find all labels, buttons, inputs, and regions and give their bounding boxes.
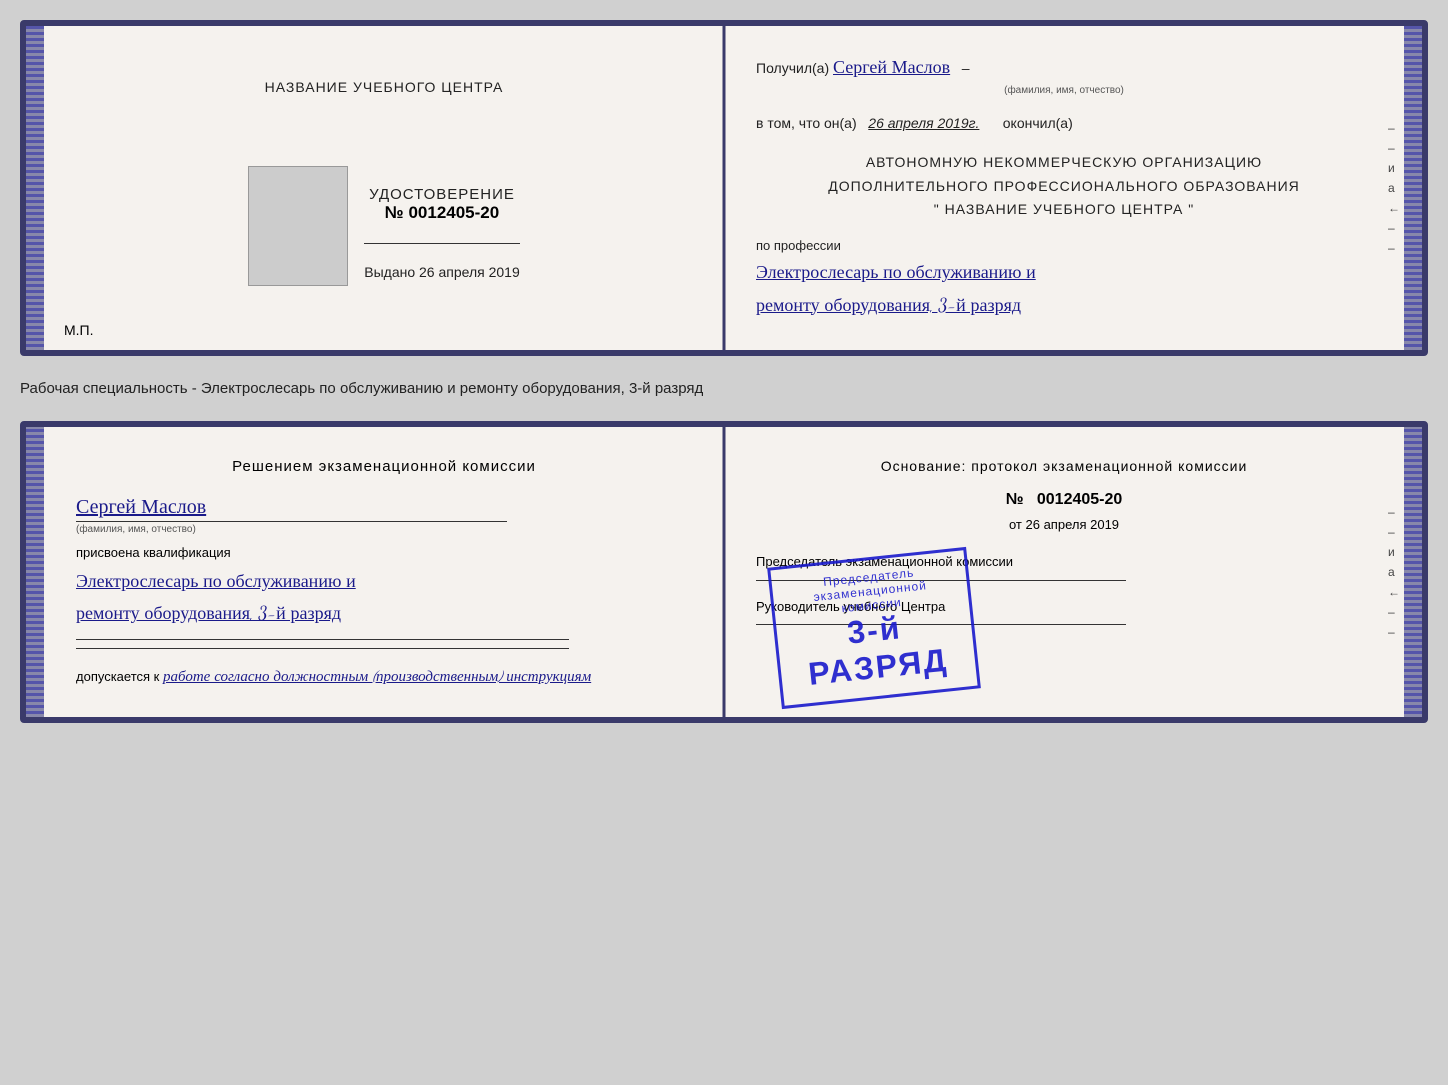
photo-placeholder	[248, 166, 348, 286]
stamp-large-text: 3-й РАЗРЯД	[794, 604, 959, 694]
profession-text-top: Электрослесарь по обслуживанию и ремонту…	[756, 257, 1372, 322]
cert-inner-top: НАЗВАНИЕ УЧЕБНОГО ЦЕНТРА УДОСТОВЕРЕНИЕ №…	[44, 26, 1404, 350]
stamp: Председатель экзаменационной комиссии 3-…	[767, 547, 981, 709]
top-certificate: НАЗВАНИЕ УЧЕБНОГО ЦЕНТРА УДОСТОВЕРЕНИЕ №…	[20, 20, 1428, 356]
osnovanie-title: Основание: протокол экзаменационной коми…	[756, 455, 1372, 477]
udostoverenie-block: УДОСТОВЕРЕНИЕ № 0012405-20	[364, 186, 520, 223]
dopuskaetsya-block: допускается к работе согласно должностны…	[76, 665, 692, 689]
left-texture-bottom	[26, 427, 44, 717]
udostoverenie-title: УДОСТОВЕРЕНИЕ	[364, 186, 520, 203]
mp-label: М.П.	[64, 322, 94, 338]
ot-date: от 26 апреля 2019	[756, 517, 1372, 532]
vtom-line: в том, что он(а) 26 апреля 2019г. окончи…	[756, 115, 1372, 131]
right-texture-top	[1404, 26, 1422, 350]
org-block: АВТОНОМНУЮ НЕКОММЕРЧЕСКУЮ ОРГАНИЗАЦИЮ ДО…	[756, 151, 1372, 222]
right-texture-bottom	[1404, 427, 1422, 717]
bottom-cert-right: Основание: протокол экзаменационной коми…	[724, 427, 1404, 717]
top-cert-left: НАЗВАНИЕ УЧЕБНОГО ЦЕНТРА УДОСТОВЕРЕНИЕ №…	[44, 26, 724, 350]
protocol-number: № 0012405-20	[756, 491, 1372, 509]
top-left-header: НАЗВАНИЕ УЧЕБНОГО ЦЕНТРА	[265, 79, 504, 95]
po-professii-label: по профессии	[756, 238, 1372, 253]
dopusk-text: работе согласно должностным (производств…	[163, 668, 591, 686]
prisvoena-label: присвоена квалификация	[76, 545, 692, 560]
recipient-name-top: Сергей Маслов	[833, 57, 950, 79]
vydano-line: Выдано 26 апреля 2019	[364, 264, 520, 280]
right-margin-bottom: – – и а ← – –	[1388, 505, 1400, 639]
separator-text: Рабочая специальность - Электрослесарь п…	[20, 374, 1428, 403]
recipient-name-bottom: Сергей Маслов	[76, 495, 206, 519]
right-margin-top: – – и а ← – –	[1388, 121, 1400, 255]
profession-text-bottom: Электрослесарь по обслуживанию и ремонту…	[76, 566, 692, 631]
bottom-cert-left: Решением экзаменационной комиссии Сергей…	[44, 427, 724, 717]
top-cert-right: Получил(а) Сергей Маслов – (фамилия, имя…	[724, 26, 1404, 350]
bottom-certificate: Решением экзаменационной комиссии Сергей…	[20, 421, 1428, 723]
cert-inner-bottom: Решением экзаменационной комиссии Сергей…	[44, 427, 1404, 717]
cert-number-top: № 0012405-20	[364, 203, 520, 223]
resheniem-title: Решением экзаменационной комиссии	[76, 455, 692, 479]
vtom-date: 26 апреля 2019г.	[868, 115, 979, 131]
page-wrapper: НАЗВАНИЕ УЧЕБНОГО ЦЕНТРА УДОСТОВЕРЕНИЕ №…	[20, 20, 1428, 723]
left-texture	[26, 26, 44, 350]
received-line: Получил(а) Сергей Маслов – (фамилия, имя…	[756, 54, 1372, 99]
